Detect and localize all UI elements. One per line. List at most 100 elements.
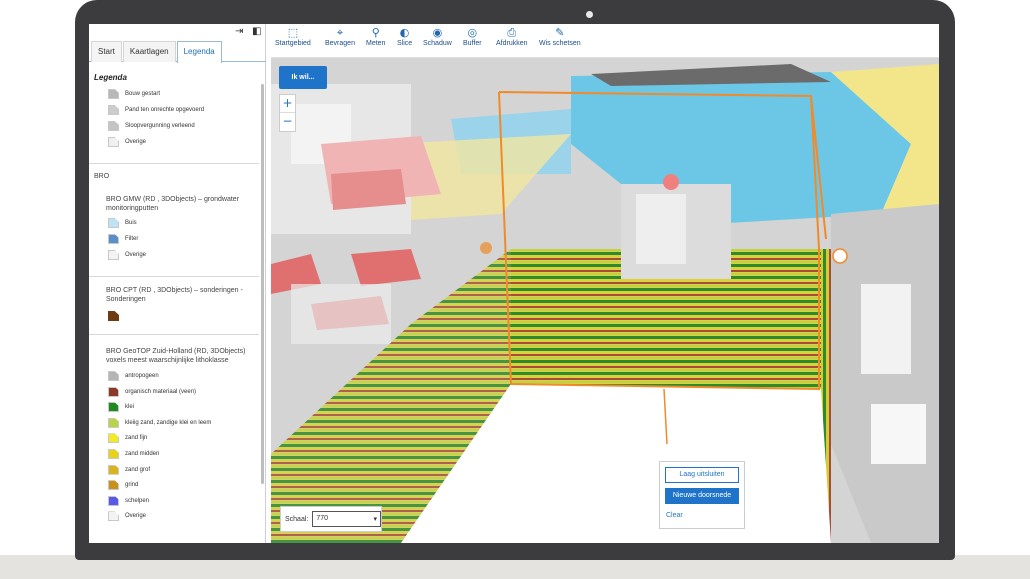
start-area-icon: ⬚ [287, 26, 299, 39]
tool-afdrukken[interactable]: ⎙ Afdrukken [496, 26, 528, 47]
swatch-icon [108, 433, 119, 444]
legend-item-label: zand fijn [125, 435, 148, 442]
legend-item: Overige [108, 136, 146, 148]
legend-panel: Legenda Bouw gestart Pand ten onrechte op… [89, 62, 259, 543]
tool-meten[interactable]: ⚲ Meten [366, 26, 385, 47]
legend-item: Filter [108, 233, 138, 245]
swatch-icon [108, 250, 119, 260]
tab-start[interactable]: Start [91, 41, 122, 62]
clear-sketch-icon: ✎ [555, 26, 565, 39]
swatch-icon [108, 137, 119, 147]
swatch-icon [108, 218, 119, 228]
sidebar-tabs: Start Kaartlagen Legenda [89, 41, 266, 63]
zoom-in-button[interactable]: + [280, 95, 295, 113]
tool-label: Bevragen [325, 40, 355, 47]
tab-legenda[interactable]: Legenda [176, 41, 222, 63]
legend-item: Sloopvergunning verleend [108, 120, 195, 132]
legend-item: zand fijn [108, 432, 147, 444]
collapse-icon[interactable]: ⇥ [235, 27, 245, 37]
tool-label: Wis schetsen [539, 40, 581, 47]
scale-select[interactable]: 770 ▾ [312, 511, 381, 527]
tool-slice[interactable]: ◐ Slice [397, 26, 412, 47]
tool-buffer[interactable]: ◎ Buffer [463, 26, 482, 47]
legend-item-label: antropogeen [125, 373, 159, 379]
scene-3d [271, 58, 939, 543]
swatch-icon [108, 495, 119, 506]
tool-wis-schetsen[interactable]: ✎ Wis schetsen [539, 26, 581, 47]
swatch-icon [108, 311, 119, 321]
legend-item-label: Overige [125, 252, 147, 258]
swatch-icon [108, 464, 119, 475]
map-3d-view[interactable]: ⬚ Startgebied ⌖ Bevragen ⚲ Meten ◐ Slice ◉ Schadu… [271, 24, 939, 543]
legend-item: grind [108, 479, 138, 491]
legend-item: Pand ten onrechte opgevoerd [108, 104, 204, 116]
legend-item: Overige [108, 510, 146, 522]
legend-item: Bouw gestart [108, 88, 160, 100]
new-section-button[interactable]: Nieuwe doorsnede [665, 488, 739, 504]
buffer-icon: ◎ [467, 26, 478, 39]
legend-item-cpt [108, 310, 125, 322]
cpt-title: BRO CPT (RD , 3DObjects) – sonderingen -… [106, 287, 243, 303]
swatch-icon [108, 371, 119, 381]
tool-label: Startgebied [275, 40, 311, 47]
swatch-icon [108, 480, 119, 491]
tool-label: Schaduw [423, 40, 452, 47]
zoom-control: + − [279, 94, 296, 132]
swatch-icon [108, 511, 119, 522]
zoom-out-button[interactable]: − [280, 113, 295, 131]
legend-item-label: Overige [125, 139, 147, 145]
tool-startgebied[interactable]: ⬚ Startgebied [275, 26, 311, 47]
chevron-down-icon: ▾ [373, 515, 377, 523]
tool-schaduw[interactable]: ◉ Schaduw [423, 26, 452, 47]
tool-label: Afdrukken [496, 40, 528, 47]
legend-item: organisch materiaal (veen) [108, 386, 196, 398]
swatch-icon [108, 89, 119, 99]
legend-item-label: Buis [125, 220, 137, 226]
bro-heading: BRO [94, 173, 110, 180]
legend-item-label: kleiig zand, zandige klei en leem [125, 419, 212, 426]
divider [89, 276, 259, 277]
shadow-icon: ◉ [432, 26, 443, 39]
scale-label: Schaal: [285, 515, 309, 523]
tool-label: Slice [397, 40, 413, 47]
tab-kaartlagen[interactable]: Kaartlagen [122, 41, 176, 62]
scale-widget: Schaal: 770 ▾ [280, 506, 382, 532]
dock-icon[interactable]: ◧ [252, 27, 262, 37]
legend-item: kleiig zand, zandige klei en leem [108, 417, 211, 429]
legend-item-label: grind [125, 482, 139, 489]
query-icon: ⌖ [336, 26, 344, 39]
legend-title: Legenda [94, 73, 127, 82]
legend-item: Overige [108, 249, 146, 261]
swatch-icon [108, 105, 119, 115]
divider [89, 163, 259, 164]
map-toolbar: ⬚ Startgebied ⌖ Bevragen ⚲ Meten ◐ Slice ◉ Schadu… [271, 24, 939, 58]
swatch-icon [108, 234, 119, 244]
print-icon: ⎙ [507, 26, 517, 39]
swatch-icon [108, 449, 119, 459]
hide-layer-button[interactable]: Laag uitsluiten [665, 467, 739, 483]
legend-item-label: organisch materiaal (veen) [125, 388, 197, 395]
camera-dot [586, 11, 593, 18]
clear-link[interactable]: Clear [666, 512, 683, 519]
sidebar-top: ⇥ ◧ [89, 24, 265, 41]
legend-item: schelpen [108, 495, 149, 507]
tool-label: Meten [366, 40, 386, 47]
swatch-icon [108, 386, 119, 397]
legend-item: antropogeen [108, 370, 159, 382]
legend-item-label: klei [125, 404, 135, 411]
legend-item: zand grof [108, 464, 150, 476]
legend-item-label: Overige [125, 513, 147, 520]
legend-item-label: zand midden [125, 451, 160, 457]
legend-item: zand midden [108, 448, 159, 460]
legend-item: klei [108, 401, 134, 413]
geotop-title: BRO GeoTOP Zuid-Holland (RD, 3DObjects) … [106, 348, 246, 364]
sidebar-scrollbar[interactable] [261, 84, 264, 484]
tool-label: Buffer [463, 40, 482, 47]
ik-wil-button[interactable]: Ik wil... [279, 66, 327, 89]
scale-value: 770 [316, 515, 329, 522]
tool-bevragen[interactable]: ⌖ Bevragen [325, 26, 355, 47]
gmw-title: BRO GMW (RD , 3DObjects) – grondwater mo… [106, 196, 240, 212]
cross-section-panel: Laag uitsluiten Nieuwe doorsnede Clear [659, 461, 745, 529]
slice-icon: ◐ [399, 26, 410, 39]
legend-item-label: Pand ten onrechte opgevoerd [125, 107, 205, 113]
